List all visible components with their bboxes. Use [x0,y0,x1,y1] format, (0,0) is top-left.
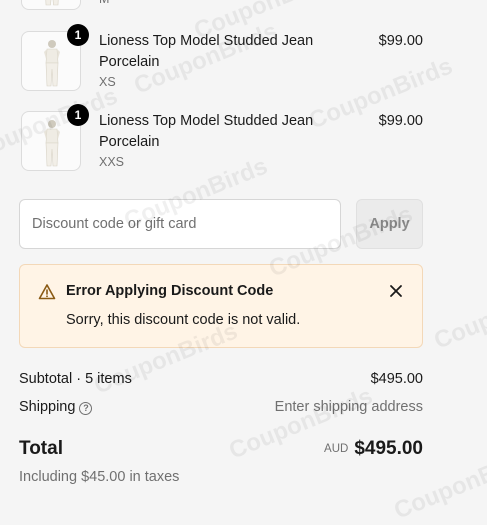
item-variant: XXS [99,155,125,169]
discount-error-banner: Error Applying Discount Code Sorry, this… [19,264,423,348]
error-message: Sorry, this discount code is not valid. [66,312,301,328]
warning-icon [38,284,56,300]
item-price: $99.00 [378,113,423,129]
line-item-m: M [19,0,423,14]
subtotal-value: $495.00 [370,371,423,387]
item-variant: M [99,0,109,6]
discount-code-input[interactable] [19,199,341,249]
shipping-label-group: Shipping? [19,399,93,415]
product-thumbnail: 1 [21,104,89,171]
total-label: Total [19,438,63,459]
item-title: Lioness Top Model Studded Jean Porcelain [99,113,314,150]
watermark-logo: CouponBirds [430,272,487,355]
quantity-badge: 1 [67,104,89,126]
shipping-value: Enter shipping address [274,399,423,415]
product-image-icon [45,0,59,6]
currency-code: AUD [324,443,349,455]
apply-discount-button[interactable]: Apply [356,199,423,249]
product-thumbnail: 1 [21,24,89,91]
close-icon[interactable] [388,283,404,299]
total-amount: $495.00 [354,438,423,459]
shipping-label: Shipping [19,399,76,415]
taxes-note: Including $45.00 in taxes [19,469,180,485]
total-amount-group: AUD $495.00 [324,438,423,460]
item-variant: XS [99,75,116,89]
help-icon[interactable]: ? [79,402,93,415]
product-thumbnail [21,0,81,10]
error-title: Error Applying Discount Code [66,283,274,299]
item-title: Lioness Top Model Studded Jean Porcelain [99,33,314,70]
quantity-badge: 1 [67,24,89,46]
subtotal-label: Subtotal · 5 items [19,371,132,387]
line-item-xxs: 1 Lioness Top Model Studded Jean Porcela… [19,104,423,175]
item-price: $99.00 [378,33,423,49]
line-item-xs: 1 Lioness Top Model Studded Jean Porcela… [19,24,423,95]
